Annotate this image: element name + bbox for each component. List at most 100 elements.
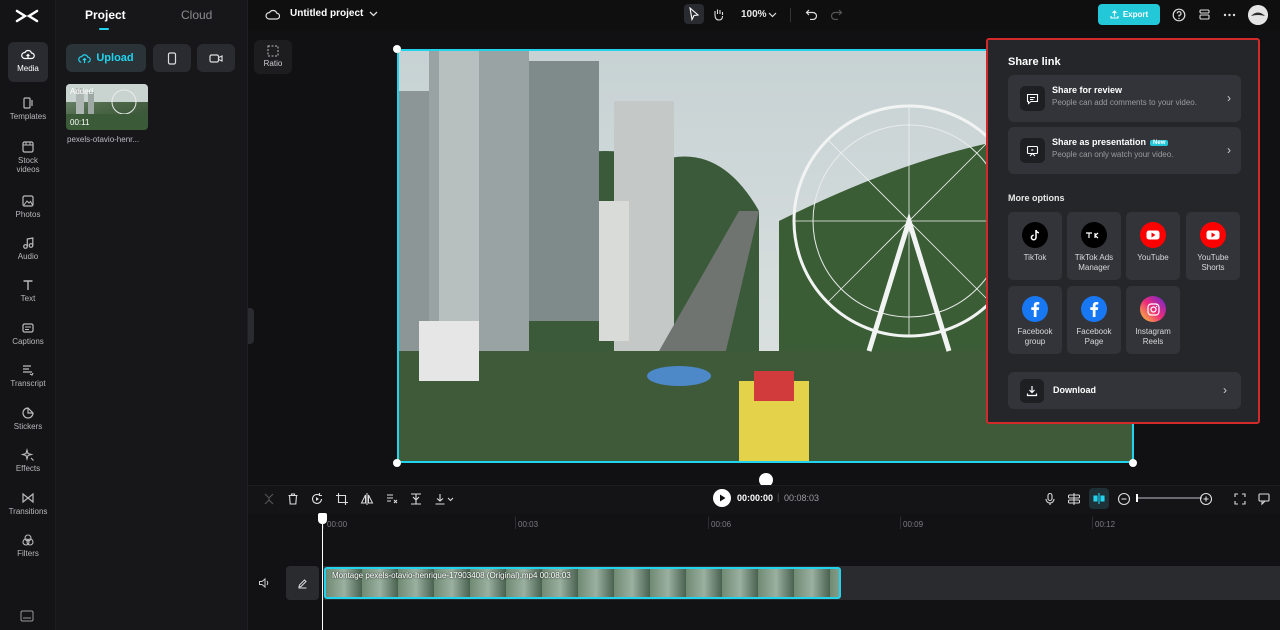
more-icon[interactable] [1223,13,1236,17]
select-tool-button[interactable] [684,4,704,24]
phone-icon [167,51,177,65]
captions-icon [22,323,34,333]
ruler-label: 00:09 [903,520,924,529]
youtube-icon [1140,222,1166,248]
ruler-label: 00:00 [327,520,348,529]
rail-item-media[interactable]: Media [8,42,48,82]
capcut-logo-icon[interactable] [14,5,40,27]
timeline-zoom-slider[interactable] [1136,497,1202,499]
share-youtube-button[interactable]: YouTube [1126,212,1180,280]
presentation-icon [1020,138,1045,163]
media-duration: 00:11 [70,118,90,127]
play-button[interactable] [713,489,731,507]
option-label: TikTok [1023,253,1047,262]
ruler-label: 00:03 [518,520,539,529]
rail-item-filters[interactable]: Filters [8,527,48,567]
undo-icon[interactable] [805,8,818,20]
playhead[interactable] [322,513,323,630]
share-as-presentation-button[interactable]: Share as presentation New People can only… [1008,127,1241,174]
cloud-upload-icon [78,53,92,63]
cloud-save-icon[interactable] [265,8,280,21]
record-button[interactable] [197,44,235,72]
share-facebook-page-button[interactable]: Facebook Page [1067,286,1121,354]
rail-item-photos[interactable]: Photos [8,188,48,228]
redo-icon[interactable] [830,8,843,20]
remove-background-icon[interactable] [385,492,399,506]
chevron-right-icon: › [1223,383,1227,397]
share-facebook-group-button[interactable]: Facebook group [1008,286,1062,354]
share-youtube-shorts-button[interactable]: YouTube Shorts [1186,212,1240,280]
fit-icon[interactable] [1233,492,1247,506]
share-for-review-button[interactable]: Share for review People can add comments… [1008,75,1241,122]
timeline-zoom-knob[interactable] [1136,494,1138,502]
split-icon[interactable] [262,492,276,506]
link-track-icon[interactable] [1067,492,1081,506]
ruler-label: 00:12 [1095,520,1116,529]
rail-item-audio[interactable]: Audio [8,230,48,270]
delete-icon[interactable] [286,492,300,506]
share-tiktok-button[interactable]: TikTok [1008,212,1062,280]
media-thumbnail[interactable]: Added 00:11 [66,84,148,130]
zoom-level[interactable]: 100% [741,9,767,20]
upload-button[interactable]: Upload [66,44,146,72]
speaker-icon[interactable] [258,577,270,589]
share-tiktok-ads-button[interactable]: TikTok Ads Manager [1067,212,1121,280]
edit-cover-button[interactable] [286,566,319,600]
replay-icon[interactable] [310,492,324,506]
text-icon [23,280,33,290]
playhead-handle[interactable] [318,513,327,524]
layers-icon[interactable] [1198,8,1211,21]
rail-item-stickers[interactable]: Stickers [8,400,48,440]
flip-icon[interactable] [360,492,374,506]
rail-item-stock-videos[interactable]: Stock videos [8,134,48,178]
rail-item-templates[interactable]: Templates [8,90,48,130]
more-options-title: More options [1008,193,1065,203]
sparkle-icon [21,448,34,462]
export-button[interactable]: Export [1098,4,1160,25]
clip-label: Montage pexels-otavio-henrique-17903408 … [332,571,571,580]
download-dropdown-icon[interactable] [434,492,456,506]
ratio-button[interactable]: Ratio [254,40,292,74]
resize-handle-tl[interactable] [393,45,401,53]
zoom-chevron-icon[interactable] [768,11,777,18]
share-popup: Share link Share for review People can a… [986,38,1260,424]
top-bar: Untitled project 100% Export [248,0,1280,30]
rail-item-transitions[interactable]: Transitions [8,485,48,525]
project-title[interactable]: Untitled project [290,8,363,19]
zoom-out-icon[interactable] [1117,492,1131,506]
hand-icon[interactable] [712,7,725,21]
play-icon [720,494,726,502]
resize-handle-bl[interactable] [393,459,401,467]
zoom-in-icon[interactable] [1199,492,1213,506]
rail-label: Captions [12,337,44,346]
rail-item-transcript[interactable]: Transcript [8,357,48,397]
tab-project[interactable]: Project [85,8,126,22]
share-instagram-reels-button[interactable]: Instagram Reels [1126,286,1180,354]
microphone-icon[interactable] [1043,492,1057,506]
rail-item-text[interactable]: Text [8,272,48,312]
crop-icon[interactable] [335,492,349,506]
panel-collapse-handle[interactable] [248,308,254,344]
timeline[interactable]: 00:00 00:03 00:06 00:09 00:12 Montage pe… [248,513,1280,630]
share-review-subtitle: People can add comments to your video. [1052,98,1197,107]
magnet-snap-button[interactable] [1089,488,1109,509]
option-label: YouTube [1137,253,1169,262]
resize-handle-br[interactable] [1129,459,1137,467]
feedback-icon[interactable] [1257,492,1271,506]
pencil-icon [298,578,307,588]
ruler-tick [515,517,516,529]
keyboard-icon[interactable] [20,610,34,622]
tab-cloud[interactable]: Cloud [181,8,212,22]
split-audio-icon[interactable] [409,492,423,506]
filters-icon [22,534,34,546]
video-clip[interactable]: Montage pexels-otavio-henrique-17903408 … [324,567,841,599]
camera-icon [209,53,223,63]
chevron-down-icon[interactable] [369,10,378,17]
upload-label: Upload [96,52,134,64]
avatar[interactable] [1248,5,1268,25]
rail-item-captions[interactable]: Captions [8,315,48,355]
help-icon[interactable] [1172,8,1186,22]
phone-upload-button[interactable] [153,44,191,72]
rail-item-effects[interactable]: Effects [8,442,48,482]
download-button[interactable]: Download › [1008,372,1241,409]
